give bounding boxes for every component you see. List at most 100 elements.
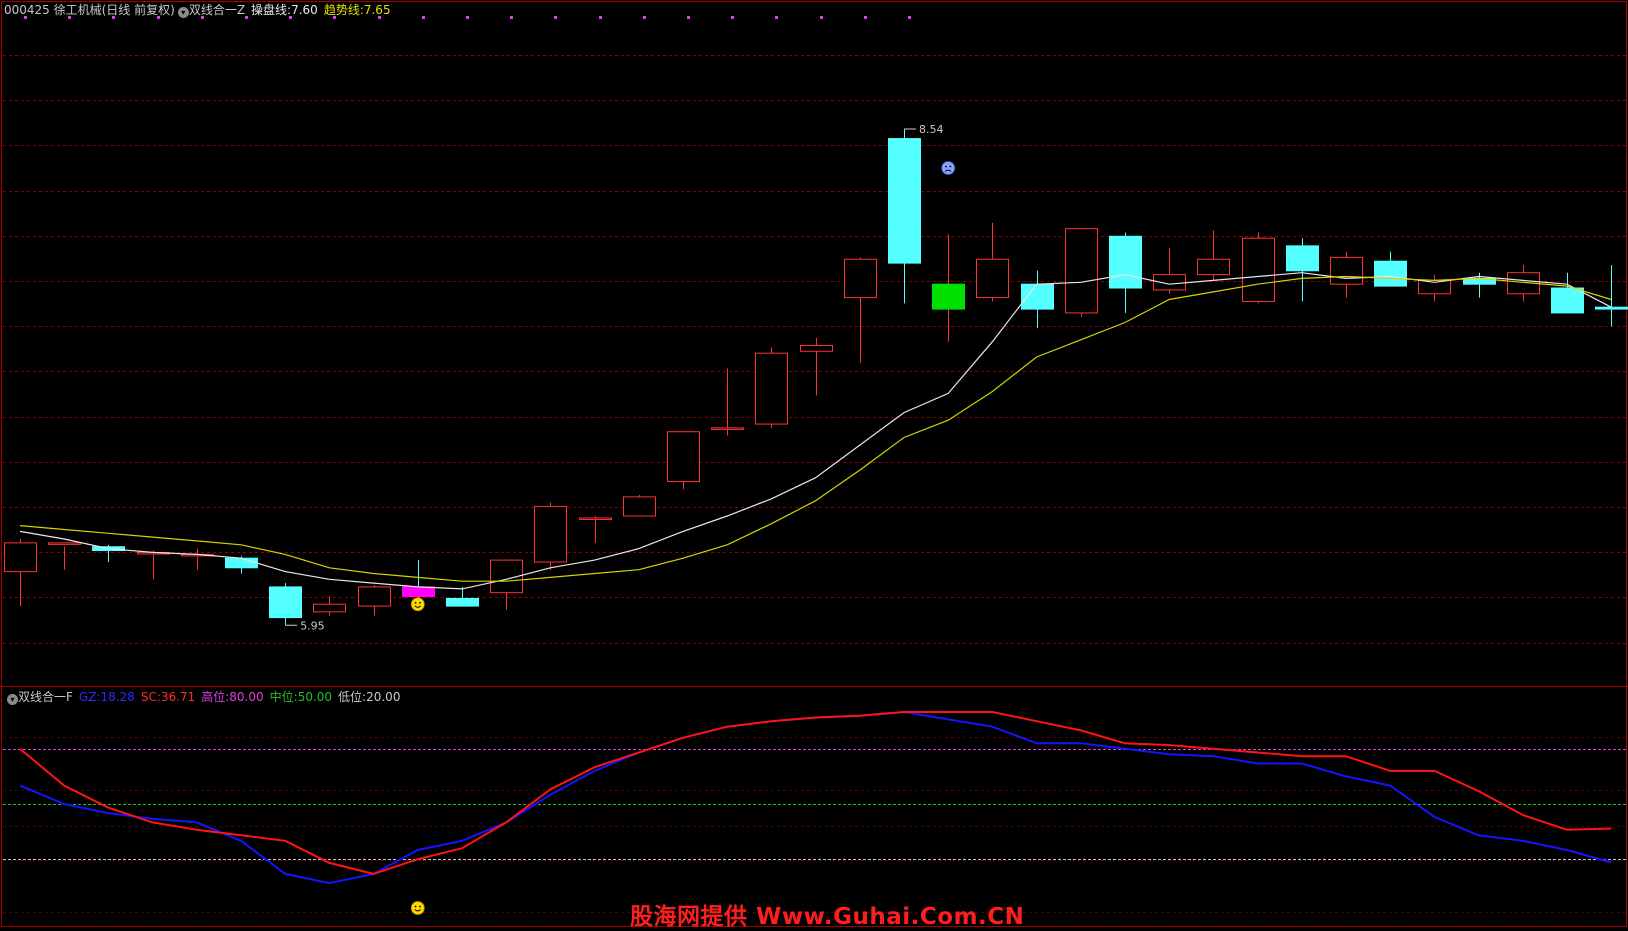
- low-value: 20.00: [366, 690, 401, 704]
- candle-body: [1286, 245, 1319, 272]
- signal-dot: [554, 16, 557, 19]
- mid-value: 50.00: [297, 690, 333, 704]
- candle-body: [800, 345, 833, 352]
- low-price-label: 5.95: [300, 619, 325, 632]
- candle: [490, 559, 523, 610]
- candle: [1551, 272, 1584, 314]
- candle-body: [358, 586, 391, 607]
- candle: [932, 234, 965, 342]
- candle-body: [1374, 260, 1407, 287]
- signal-dot: [908, 16, 911, 19]
- candle: [579, 516, 612, 543]
- oscillator-header: ▾ 双线合一F GZ:18.28 SC:36.71 高位:80.00 中位:50.00 低位…: [4, 689, 400, 705]
- stock-title: 000425 徐工机械(日线 前复权): [4, 3, 175, 17]
- indicator-name[interactable]: 双线合一Z: [189, 3, 245, 17]
- signal-dot: [687, 16, 690, 19]
- candle-body: [1197, 258, 1230, 276]
- candle: [623, 494, 656, 517]
- sc-line: [19, 711, 1612, 875]
- smile-icon: [410, 901, 425, 915]
- candle: [1242, 232, 1275, 304]
- main-header: 000425 徐工机械(日线 前复权) ▾ 双线合一Z 操盘线:7.60 趋势线:7.6…: [4, 2, 391, 18]
- indicator-dropdown-icon[interactable]: ▾: [177, 7, 189, 18]
- frown-icon: [941, 161, 956, 175]
- candle-body: [1330, 256, 1363, 285]
- candle-body: [579, 517, 612, 520]
- mid-label: 中位:: [269, 690, 298, 704]
- candle-body: [667, 431, 700, 483]
- signal-dot: [422, 16, 425, 19]
- operate-line-label: 操盘线:: [251, 3, 292, 17]
- oscillator-panel: [3, 710, 1626, 915]
- candle-body: [844, 258, 877, 299]
- sc-value: 36.71: [160, 690, 196, 704]
- candle-body: [313, 603, 346, 613]
- signal-dot: [731, 16, 734, 19]
- high-price-label: 8.54: [919, 123, 944, 136]
- candle-body: [1595, 306, 1628, 310]
- trend-line-value: 7.65: [363, 3, 391, 17]
- signal-dot: [510, 16, 513, 19]
- chart-frame: [1, 1, 1627, 927]
- candle: [1021, 270, 1054, 329]
- candle: [358, 585, 391, 616]
- candle-body: [755, 352, 788, 425]
- candle-body: [48, 542, 81, 545]
- candle: [269, 583, 302, 626]
- candle: [4, 539, 37, 607]
- gz-label: GZ:: [78, 690, 101, 704]
- sc-label: SC:: [140, 690, 161, 704]
- operate-line-value: 7.60: [291, 3, 318, 17]
- candle: [48, 542, 81, 570]
- candle: [755, 347, 788, 428]
- candle: [800, 337, 833, 396]
- candle-body: [1109, 235, 1142, 289]
- candle: [1418, 274, 1451, 302]
- candle: [1330, 251, 1363, 298]
- signal-dot: [643, 16, 646, 19]
- candle-body: [711, 427, 744, 430]
- candle: [844, 257, 877, 363]
- candle: [446, 586, 479, 607]
- candle: [1109, 232, 1142, 313]
- candle: [1374, 251, 1407, 287]
- low-label: 低位:: [338, 690, 367, 704]
- candle-body: [932, 283, 965, 310]
- signal-dot: [775, 16, 778, 19]
- candle: [1286, 238, 1319, 302]
- signal-dot: [864, 16, 867, 19]
- operate-line: [19, 272, 1612, 590]
- candle: [1197, 230, 1230, 281]
- candle-body: [446, 597, 479, 607]
- candle: [976, 222, 1009, 302]
- gz-value: 18.28: [100, 690, 135, 704]
- candle: [1153, 247, 1186, 294]
- grid-layer: [0, 1, 1628, 927]
- candle: [534, 502, 567, 570]
- candle: [402, 560, 435, 603]
- sub-indicator-dropdown-icon[interactable]: ▾: [7, 694, 18, 705]
- candle-body: [4, 542, 37, 573]
- candle: [888, 128, 921, 304]
- smile-icon: [410, 597, 425, 612]
- candle: [181, 548, 214, 570]
- signal-dot: [599, 16, 602, 19]
- candle-body: [225, 557, 258, 569]
- candle: [711, 368, 744, 436]
- trend-line-label: 趋势线:: [323, 3, 364, 17]
- candle-body: [1242, 237, 1275, 302]
- price-panel: 8.54 5.95: [4, 123, 1628, 632]
- candle-body: [534, 505, 567, 563]
- candle-body: [976, 258, 1009, 299]
- signal-dot: [466, 16, 469, 19]
- candle: [1065, 228, 1098, 317]
- sub-indicator-name[interactable]: 双线合一F: [18, 690, 73, 704]
- candle-body: [888, 138, 921, 264]
- candle: [313, 596, 346, 616]
- trend-line: [19, 275, 1612, 582]
- candle: [137, 550, 170, 580]
- candle-body: [1551, 287, 1584, 314]
- signal-dot: [820, 16, 823, 19]
- watermark: 股海网提供 Www.Guhai.Com.CN: [630, 904, 1025, 930]
- candle: [92, 544, 125, 563]
